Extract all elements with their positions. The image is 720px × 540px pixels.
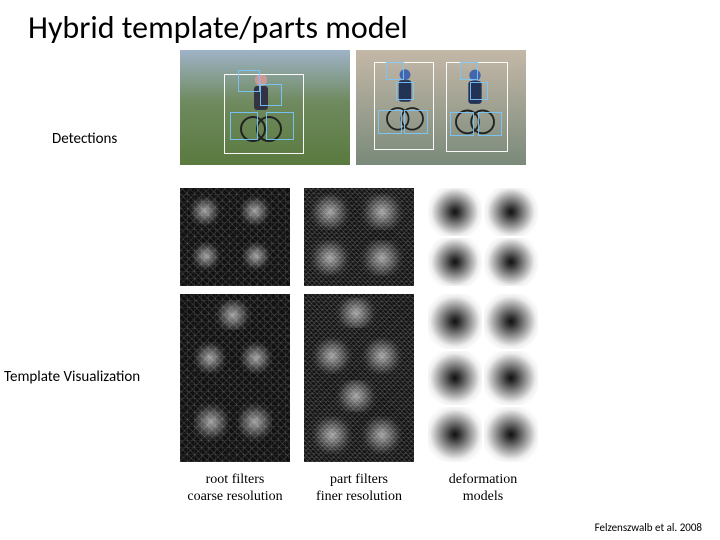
caption-root-line2: coarse resolution bbox=[180, 489, 290, 506]
detections-row bbox=[180, 50, 526, 165]
template-grid: root filters coarse resolution part filt… bbox=[180, 188, 540, 506]
part-filter-b bbox=[304, 294, 414, 462]
detection-photo-2 bbox=[356, 50, 526, 165]
detection-photo-1 bbox=[180, 50, 350, 165]
caption-deform: deformation models bbox=[428, 470, 538, 506]
caption-part-line1: part filters bbox=[304, 472, 414, 489]
part-filter-a bbox=[304, 188, 414, 286]
root-filter-b bbox=[180, 294, 290, 462]
caption-root: root filters coarse resolution bbox=[180, 470, 290, 506]
template-visualization-label: Template Visualization bbox=[4, 368, 140, 386]
root-filter-a bbox=[180, 188, 290, 286]
deformation-model-a bbox=[428, 188, 538, 286]
caption-part: part filters finer resolution bbox=[304, 470, 414, 506]
caption-part-line2: finer resolution bbox=[304, 489, 414, 506]
caption-root-line1: root filters bbox=[180, 472, 290, 489]
slide-title: Hybrid template/parts model bbox=[0, 0, 720, 47]
citation: Felzenszwalb et al. 2008 bbox=[595, 521, 702, 534]
caption-deform-line2: models bbox=[428, 489, 538, 506]
deformation-model-b bbox=[428, 294, 538, 462]
caption-deform-line1: deformation bbox=[428, 472, 538, 489]
detections-label: Detections bbox=[52, 130, 117, 148]
